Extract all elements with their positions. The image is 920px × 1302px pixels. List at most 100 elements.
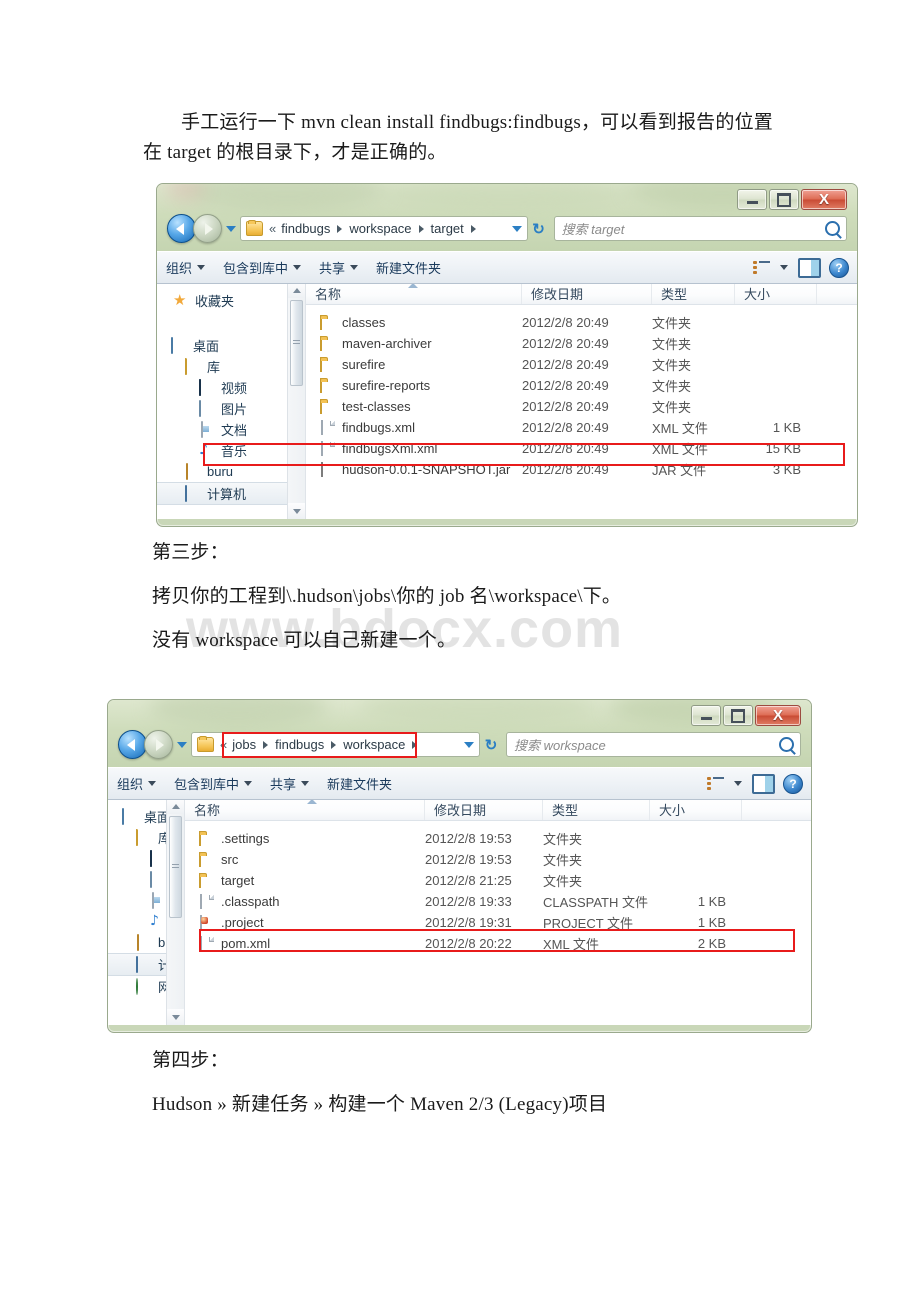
breadcrumb-item-1[interactable]: jobs <box>229 737 259 752</box>
table-row[interactable]: test-classes 2012/2/8 20:49 文件夹 <box>306 396 857 417</box>
column-header-size[interactable]: 大小 <box>735 282 817 304</box>
breadcrumb-item-2[interactable]: workspace <box>346 221 414 236</box>
breadcrumb-item-3[interactable]: workspace <box>340 737 408 752</box>
search-box[interactable]: 搜索 target <box>553 216 847 241</box>
share-button[interactable]: 共享 <box>261 768 318 799</box>
minimize-button[interactable] <box>737 189 767 210</box>
address-dropdown-button[interactable] <box>461 733 477 756</box>
navpane-scrollbar[interactable] <box>166 798 184 1025</box>
forward-button[interactable] <box>193 214 222 243</box>
address-bar[interactable]: « findbugs workspace target <box>240 216 528 241</box>
close-button[interactable]: X <box>801 189 847 210</box>
table-row[interactable]: surefire 2012/2/8 20:49 文件夹 <box>306 354 857 375</box>
table-row[interactable]: target 2012/2/8 21:25 文件夹 <box>185 870 811 891</box>
toolbar-right-group[interactable]: ? <box>753 257 857 278</box>
address-row[interactable]: « jobs findbugs workspace ↻ 搜索 workspace <box>118 730 801 759</box>
column-header-name[interactable]: 名称 <box>185 798 425 820</box>
address-dropdown-button[interactable] <box>509 217 525 240</box>
help-icon[interactable]: ? <box>783 773 803 794</box>
navpane-item-documents[interactable]: 文档 <box>157 419 305 440</box>
back-button[interactable] <box>167 214 196 243</box>
chevron-down-icon[interactable] <box>780 265 788 270</box>
navpane-item-music[interactable]: ♪ 音乐 <box>157 440 305 461</box>
change-view-icon[interactable] <box>707 776 724 791</box>
help-icon[interactable]: ? <box>829 257 849 278</box>
search-box[interactable]: 搜索 workspace <box>506 732 801 757</box>
scroll-up-button[interactable] <box>167 798 184 814</box>
file-list-pane[interactable]: 名称 修改日期 类型 大小 .settings 2012/2/8 19:53 文… <box>185 798 811 1025</box>
organize-button[interactable]: 组织 <box>157 252 214 283</box>
new-folder-button[interactable]: 新建文件夹 <box>318 768 401 799</box>
navpane-item-desktop[interactable]: 桌面 <box>157 335 305 356</box>
file-list-pane[interactable]: 名称 修改日期 类型 大小 classes 2012/2/8 20:49 文件夹… <box>306 282 857 519</box>
forward-button[interactable] <box>144 730 173 759</box>
table-row[interactable]: findbugsXml.xml 2012/2/8 20:49 XML 文件 15… <box>306 438 857 459</box>
breadcrumb-item-1[interactable]: findbugs <box>278 221 333 236</box>
chevron-down-icon[interactable] <box>734 781 742 786</box>
column-headers[interactable]: 名称 修改日期 类型 大小 <box>185 798 811 821</box>
table-row[interactable]: .project 2012/2/8 19:31 PROJECT 文件 1 KB <box>185 912 811 933</box>
navpane-item-favorites[interactable]: ★ 收藏夹 <box>157 290 305 311</box>
toolbar-right-group[interactable]: ? <box>707 773 811 794</box>
table-row[interactable]: .settings 2012/2/8 19:53 文件夹 <box>185 828 811 849</box>
explorer-window-target[interactable]: X « findbugs workspace target ↻ 搜索 targe… <box>156 183 858 527</box>
table-row[interactable]: classes 2012/2/8 20:49 文件夹 <box>306 312 857 333</box>
search-input[interactable]: 搜索 target <box>562 219 826 238</box>
new-folder-button[interactable]: 新建文件夹 <box>367 252 450 283</box>
close-button[interactable]: X <box>755 705 801 726</box>
table-row[interactable]: src 2012/2/8 19:53 文件夹 <box>185 849 811 870</box>
include-in-library-button[interactable]: 包含到库中 <box>165 768 261 799</box>
recent-pages-icon[interactable] <box>177 741 187 748</box>
table-row[interactable]: .classpath 2012/2/8 19:33 CLASSPATH 文件 1… <box>185 891 811 912</box>
address-bar[interactable]: « jobs findbugs workspace <box>191 732 480 757</box>
maximize-button[interactable] <box>769 189 799 210</box>
column-header-date[interactable]: 修改日期 <box>425 798 543 820</box>
navpane-item-pictures[interactable]: 图片 <box>157 398 305 419</box>
breadcrumb[interactable]: « findbugs workspace target <box>267 221 480 236</box>
column-header-date[interactable]: 修改日期 <box>522 282 652 304</box>
scroll-down-button[interactable] <box>288 503 305 519</box>
preview-pane-icon[interactable] <box>798 257 821 278</box>
navpane-item-buru[interactable]: buru <box>157 461 305 482</box>
preview-pane-icon[interactable] <box>752 773 775 794</box>
table-row[interactable]: pom.xml 2012/2/8 20:22 XML 文件 2 KB <box>185 933 811 954</box>
breadcrumb-overflow-icon[interactable]: « <box>267 221 278 236</box>
navigation-pane[interactable]: ★ 收藏夹 桌面 库 视频 图片 文档 ♪ 音乐 buru 计算机 <box>157 282 306 519</box>
breadcrumb-item-2[interactable]: findbugs <box>272 737 327 752</box>
scroll-up-button[interactable] <box>288 282 305 298</box>
share-button[interactable]: 共享 <box>310 252 367 283</box>
navpane-item-libraries[interactable]: 库 <box>157 356 305 377</box>
breadcrumb[interactable]: « jobs findbugs workspace <box>218 737 421 752</box>
scrollbar-thumb[interactable] <box>169 816 182 918</box>
recent-pages-icon[interactable] <box>226 225 236 232</box>
column-header-type[interactable]: 类型 <box>652 282 735 304</box>
table-row[interactable]: maven-archiver 2012/2/8 20:49 文件夹 <box>306 333 857 354</box>
navpane-scrollbar[interactable] <box>287 282 305 519</box>
window-controls[interactable]: X <box>691 705 803 726</box>
table-row[interactable]: hudson-0.0.1-SNAPSHOT.jar 2012/2/8 20:49… <box>306 459 857 480</box>
minimize-button[interactable] <box>691 705 721 726</box>
refresh-icon[interactable]: ↻ <box>528 216 550 241</box>
search-input[interactable]: 搜索 workspace <box>514 735 779 754</box>
include-in-library-button[interactable]: 包含到库中 <box>214 252 310 283</box>
table-row[interactable]: findbugs.xml 2012/2/8 20:49 XML 文件 1 KB <box>306 417 857 438</box>
change-view-icon[interactable] <box>753 260 770 275</box>
breadcrumb-item-3[interactable]: target <box>428 221 467 236</box>
explorer-window-workspace[interactable]: X « jobs findbugs workspace ↻ 搜索 workspa… <box>107 699 812 1033</box>
window-controls[interactable]: X <box>737 189 849 210</box>
navpane-item-videos[interactable]: 视频 <box>157 377 305 398</box>
table-row[interactable]: surefire-reports 2012/2/8 20:49 文件夹 <box>306 375 857 396</box>
address-row[interactable]: « findbugs workspace target ↻ 搜索 target <box>167 214 847 243</box>
column-header-type[interactable]: 类型 <box>543 798 650 820</box>
maximize-button[interactable] <box>723 705 753 726</box>
navpane-item-computer[interactable]: 计算机 <box>157 482 305 505</box>
command-toolbar[interactable]: 组织 包含到库中 共享 新建文件夹 ? <box>157 251 857 284</box>
command-toolbar[interactable]: 组织 包含到库中 共享 新建文件夹 ? <box>108 767 811 800</box>
back-button[interactable] <box>118 730 147 759</box>
breadcrumb-overflow-icon[interactable]: « <box>218 737 229 752</box>
refresh-icon[interactable]: ↻ <box>480 732 502 757</box>
organize-button[interactable]: 组织 <box>108 768 165 799</box>
navigation-pane[interactable]: 桌面 库 ♪ 计 网 <box>108 798 185 1025</box>
column-headers[interactable]: 名称 修改日期 类型 大小 <box>306 282 857 305</box>
scrollbar-thumb[interactable] <box>290 300 303 386</box>
